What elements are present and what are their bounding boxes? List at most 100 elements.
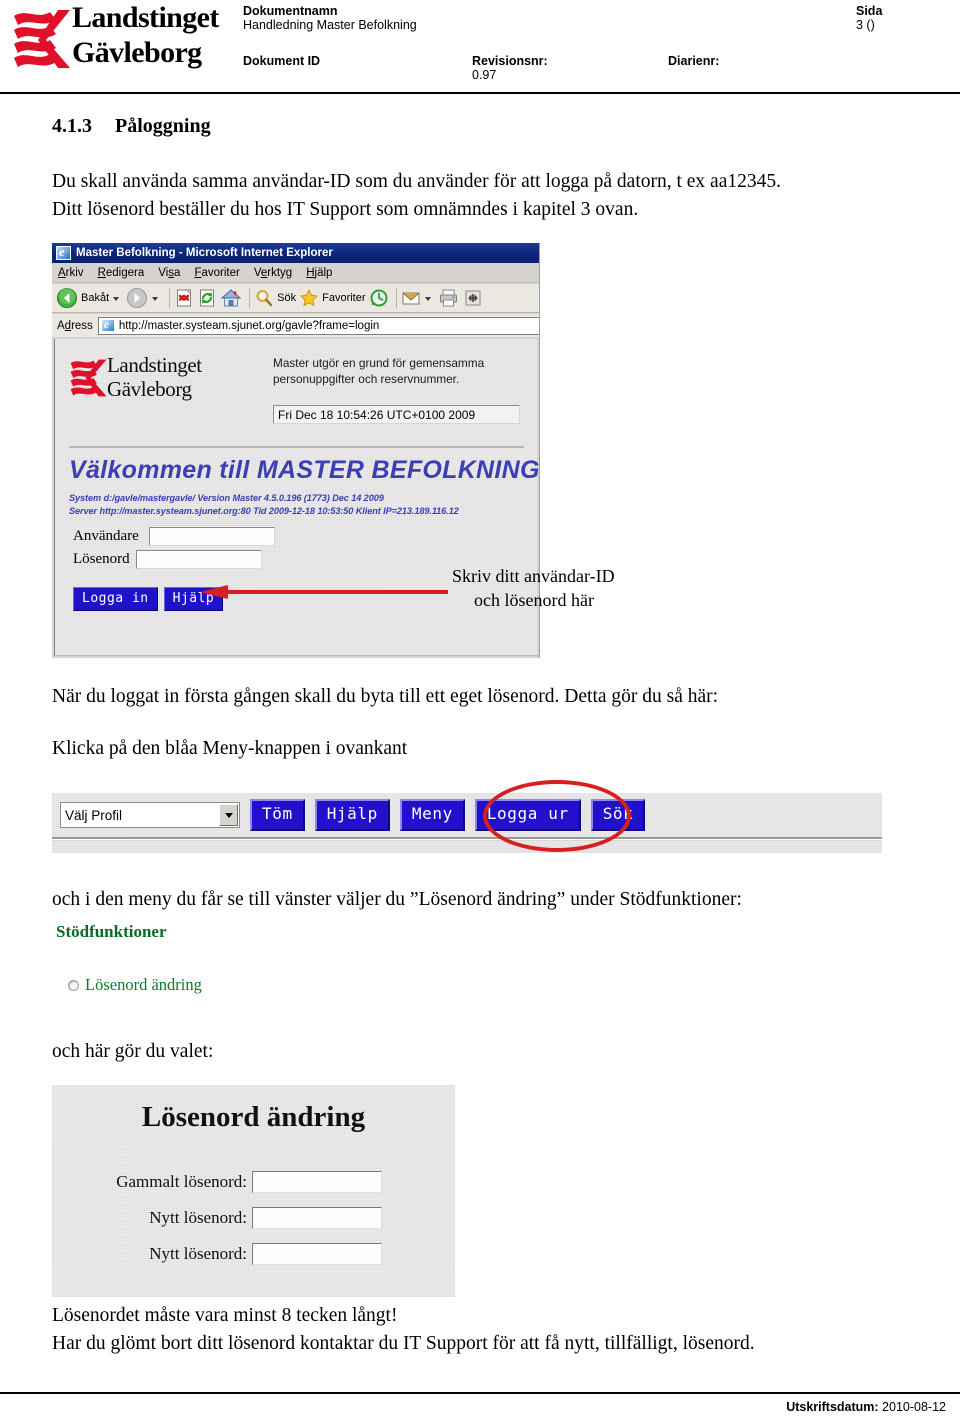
page-intro-line-1: Master utgör en grund för gemensamma: [273, 356, 485, 370]
page-brand-logo: Landstinget Gävleborg: [69, 353, 239, 407]
tom-button[interactable]: Töm: [250, 799, 305, 831]
menu-item-hjalp[interactable]: Hjälp: [306, 267, 332, 279]
print-button[interactable]: [438, 288, 460, 308]
click-meny-paragraph: Klicka på den blåa Meny-knappen i ovanka…: [52, 738, 408, 759]
losenord-andring-label: Lösenord ändring: [85, 975, 202, 994]
header-document-name: Dokumentnamn Handledning Master Befolkni…: [243, 4, 417, 32]
system-info-line-1: System d:/gavle/mastergavle/ Version Mas…: [69, 493, 384, 503]
mail-button[interactable]: [401, 289, 435, 307]
back-dropdown-caret-icon[interactable]: [113, 297, 120, 301]
header-divider-1: [466, 48, 467, 92]
hjalp-button[interactable]: Hjälp: [314, 799, 390, 831]
confirm-password-input[interactable]: [252, 1243, 382, 1265]
address-input[interactable]: http://master.systeam.sjunet.org/gavle?f…: [97, 316, 539, 335]
forward-dropdown-caret-icon[interactable]: [152, 297, 159, 301]
mail-dropdown-caret-icon[interactable]: [424, 297, 431, 301]
new-password-input[interactable]: [252, 1207, 382, 1229]
printer-icon: [439, 289, 457, 307]
profile-select-value: Välj Profil: [65, 807, 123, 823]
page-landstinget-wave-mark-icon: [70, 359, 107, 397]
star-icon: [300, 288, 319, 307]
header-document-id: Dokument ID: [243, 54, 320, 68]
header-diarienr-label: Diarienr:: [668, 54, 720, 68]
logo-line-1: Landstinget: [72, 1, 219, 34]
old-password-row: Gammalt lösenord:: [92, 1171, 392, 1193]
header-revision: Revisionsnr: 0.97: [472, 54, 548, 82]
menu-item-favoriter[interactable]: Favoriter: [194, 267, 239, 279]
search-button[interactable]: Sök: [254, 288, 296, 308]
forgot-password-paragraph: Har du glömt bort ditt lösenord kontakta…: [52, 1333, 755, 1354]
fullscreen-button[interactable]: [463, 288, 483, 308]
favorites-button[interactable]: Favoriter: [299, 288, 366, 308]
application-toolbar-screenshot: Välj Profil Töm Hjälp Meny Logga ur Sök: [52, 793, 882, 853]
annotation-arrow-icon: [200, 585, 448, 599]
browser-address-bar[interactable]: Adress http://master.systeam.sjunet.org/…: [52, 314, 539, 337]
footer-label: Utskriftsdatum:: [786, 1400, 879, 1414]
intro-paragraph-line-1: Du skall använda samma användar-ID som d…: [52, 171, 781, 192]
forward-button[interactable]: [126, 287, 162, 309]
old-password-input[interactable]: [252, 1171, 382, 1193]
new-password-row: Nytt lösenord:: [92, 1207, 392, 1229]
meny-button[interactable]: Meny: [399, 799, 465, 831]
page-horizontal-rule: [69, 446, 524, 448]
page-brand-wordmark: Landstinget Gävleborg: [107, 353, 202, 401]
back-arrow-icon: [57, 288, 77, 308]
header-docname-label: Dokumentnamn: [243, 4, 338, 18]
stodfunktioner-heading: Stödfunktioner: [56, 922, 167, 941]
stodfunktioner-menu-screenshot: Stödfunktioner Lösenord ändring: [52, 920, 274, 1008]
page-intro-text: Master utgör en grund för gemensamma per…: [273, 355, 484, 387]
username-input[interactable]: [148, 527, 275, 546]
password-input[interactable]: [135, 550, 262, 569]
page-brand-line-1: Landstinget: [107, 353, 202, 377]
chevron-down-icon[interactable]: [219, 804, 238, 826]
document-header: Landstinget Gävleborg Dokumentnamn Handl…: [0, 0, 960, 96]
browser-toolbar[interactable]: Bakåt Sök Favoriter: [52, 284, 539, 313]
forward-arrow-icon: [127, 288, 148, 308]
confirm-password-row: Nytt lösenord:: [92, 1243, 392, 1265]
address-url-text: http://master.systeam.sjunet.org/gavle?f…: [118, 319, 380, 332]
header-page-number: Sida 3 (): [856, 4, 882, 32]
welcome-heading: Välkommen till MASTER BEFOLKNING: [69, 456, 540, 484]
home-icon: [220, 289, 242, 307]
logo-wordmark: Landstinget Gävleborg: [72, 0, 219, 70]
organization-logo: Landstinget Gävleborg: [10, 0, 240, 82]
header-sida-value: 3 (): [856, 18, 875, 32]
header-divider-2: [662, 48, 663, 92]
page-icon: [100, 317, 115, 332]
back-button[interactable]: Bakåt: [56, 287, 123, 309]
toolbar-separator-2: [249, 288, 251, 308]
page-title: Påloggning: [115, 115, 211, 137]
profile-select[interactable]: Välj Profil: [60, 802, 240, 828]
login-button[interactable]: Logga in: [73, 587, 158, 611]
fullscreen-icon: [465, 290, 481, 306]
radio-button-icon[interactable]: [68, 979, 79, 991]
browser-menu-bar[interactable]: Arkiv Redigera Visa Favoriter Verktyg Hj…: [52, 263, 539, 283]
menu-item-visa[interactable]: Visa: [158, 267, 180, 279]
annotation-line-1: Skriv ditt användar-ID: [452, 566, 615, 586]
footer-print-date: Utskriftsdatum: 2010-08-12: [786, 1400, 946, 1414]
favorites-button-label: Favoriter: [322, 292, 366, 304]
menu-item-redigera[interactable]: Redigera: [98, 267, 145, 279]
home-button[interactable]: [220, 288, 242, 308]
page-intro-line-2: personuppgifter och reservnummer.: [273, 372, 460, 386]
menu-item-verktyg[interactable]: Verktyg: [254, 267, 292, 279]
header-divider-3: [850, 48, 851, 92]
password-label: Lösenord: [73, 551, 130, 567]
losenord-andring-menu-item[interactable]: Lösenord ändring: [68, 975, 202, 995]
menu-item-arkiv[interactable]: Arkiv: [58, 267, 84, 279]
footer-rule: [0, 1392, 960, 1394]
new-password-label: Nytt lösenord:: [149, 1208, 247, 1227]
search-button-label: Sök: [277, 292, 297, 304]
footer-value: 2010-08-12: [882, 1400, 946, 1414]
old-password-label: Gammalt lösenord:: [116, 1172, 247, 1191]
password-row: Lösenord: [73, 550, 262, 569]
stop-button[interactable]: [174, 288, 194, 308]
min-chars-paragraph: Lösenordet måste vara minst 8 tecken lån…: [52, 1305, 398, 1326]
refresh-button[interactable]: [197, 288, 217, 308]
landstinget-wave-mark-icon: [14, 10, 70, 68]
password-dialog-title: Lösenord ändring: [141, 1101, 366, 1133]
back-button-label: Bakåt: [81, 292, 110, 304]
here-choose-paragraph: och här gör du valet:: [52, 1041, 214, 1062]
username-row: Användare: [73, 527, 275, 546]
history-button[interactable]: [369, 288, 389, 308]
